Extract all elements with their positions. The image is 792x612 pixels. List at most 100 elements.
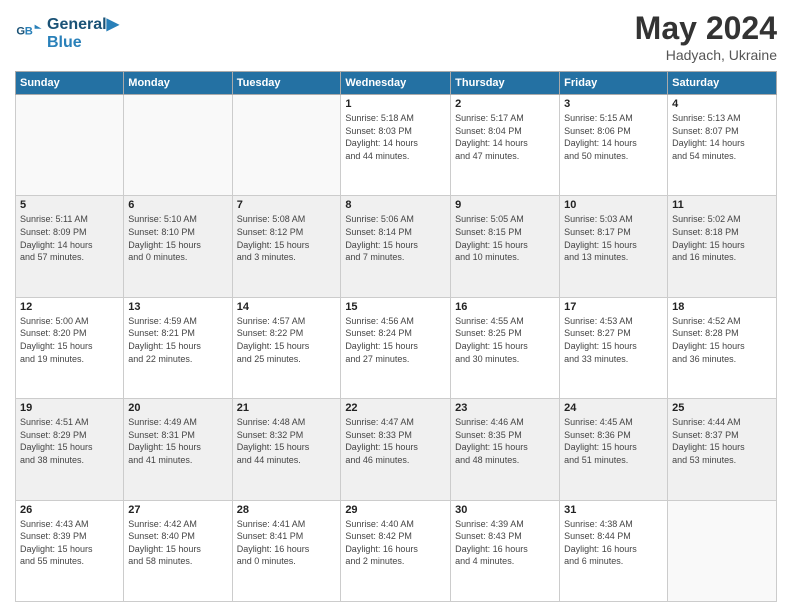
- day-number: 13: [128, 301, 227, 313]
- logo-icon: G B: [15, 19, 43, 47]
- day-number: 10: [564, 199, 663, 211]
- day-info: Sunrise: 4:41 AMSunset: 8:41 PMDaylight:…: [237, 518, 337, 568]
- day-number: 20: [128, 402, 227, 414]
- table-row: 1Sunrise: 5:18 AMSunset: 8:03 PMDaylight…: [341, 95, 451, 196]
- day-info: Sunrise: 5:13 AMSunset: 8:07 PMDaylight:…: [672, 112, 772, 162]
- calendar-week-row: 5 Sunrise: 5:11 AMSunset: 8:09 PMDaylight…: [16, 196, 777, 297]
- weekday-header-row: Sunday Monday Tuesday Wednesday Thursday…: [16, 72, 777, 95]
- day-number: 3: [564, 98, 663, 110]
- day-number: 1: [345, 98, 446, 110]
- table-row: 22Sunrise: 4:47 AMSunset: 8:33 PMDayligh…: [341, 399, 451, 500]
- day-number: 22: [345, 402, 446, 414]
- calendar-page: G B General▶ Blue May 2024 Hadyach, Ukra…: [0, 0, 792, 612]
- day-info: Sunrise: 4:43 AMSunset: 8:39 PMDaylight:…: [20, 518, 119, 568]
- day-number: 11: [672, 199, 772, 211]
- table-row: 4 Sunrise: 5:13 AMSunset: 8:07 PMDaylight…: [668, 95, 777, 196]
- day-info: Sunrise: 5:02 AMSunset: 8:18 PMDaylight:…: [672, 213, 772, 263]
- day-number: 12: [20, 301, 119, 313]
- day-info: Sunrise: 4:56 AMSunset: 8:24 PMDaylight:…: [345, 315, 446, 365]
- header-saturday: Saturday: [668, 72, 777, 95]
- day-number: 16: [455, 301, 555, 313]
- day-number: 25: [672, 402, 772, 414]
- calendar-week-row: 12 Sunrise: 5:00 AMSunset: 8:20 PMDayligh…: [16, 297, 777, 398]
- table-row: [16, 95, 124, 196]
- header: G B General▶ Blue May 2024 Hadyach, Ukra…: [15, 10, 777, 63]
- day-info: Sunrise: 4:44 AMSunset: 8:37 PMDaylight:…: [672, 416, 772, 466]
- day-number: 30: [455, 504, 555, 516]
- svg-text:B: B: [25, 25, 33, 37]
- table-row: 27 Sunrise: 4:42 AMSunset: 8:40 PMDayligh…: [124, 500, 232, 601]
- day-info: Sunrise: 5:15 AMSunset: 8:06 PMDaylight:…: [564, 112, 663, 162]
- day-info: Sunrise: 4:55 AMSunset: 8:25 PMDaylight:…: [455, 315, 555, 365]
- day-number: 27: [128, 504, 227, 516]
- table-row: 2 Sunrise: 5:17 AMSunset: 8:04 PMDaylight…: [451, 95, 560, 196]
- day-info: Sunrise: 5:10 AMSunset: 8:10 PMDaylight:…: [128, 213, 227, 263]
- table-row: 3 Sunrise: 5:15 AMSunset: 8:06 PMDaylight…: [560, 95, 668, 196]
- table-row: 8 Sunrise: 5:06 AMSunset: 8:14 PMDaylight…: [341, 196, 451, 297]
- day-info: Sunrise: 4:40 AMSunset: 8:42 PMDaylight:…: [345, 518, 446, 568]
- table-row: 7 Sunrise: 5:08 AMSunset: 8:12 PMDaylight…: [232, 196, 341, 297]
- day-info: Sunrise: 4:39 AMSunset: 8:43 PMDaylight:…: [455, 518, 555, 568]
- day-info: Sunrise: 4:51 AMSunset: 8:29 PMDaylight:…: [20, 416, 119, 466]
- day-info: Sunrise: 4:59 AMSunset: 8:21 PMDaylight:…: [128, 315, 227, 365]
- day-number: 18: [672, 301, 772, 313]
- day-info: Sunrise: 5:08 AMSunset: 8:12 PMDaylight:…: [237, 213, 337, 263]
- day-info: Sunrise: 4:53 AMSunset: 8:27 PMDaylight:…: [564, 315, 663, 365]
- month-year: May 2024: [635, 10, 777, 47]
- day-info: Sunrise: 4:38 AMSunset: 8:44 PMDaylight:…: [564, 518, 663, 568]
- day-info: Sunrise: 4:49 AMSunset: 8:31 PMDaylight:…: [128, 416, 227, 466]
- table-row: [232, 95, 341, 196]
- table-row: 31 Sunrise: 4:38 AMSunset: 8:44 PMDayligh…: [560, 500, 668, 601]
- table-row: 21 Sunrise: 4:48 AMSunset: 8:32 PMDayligh…: [232, 399, 341, 500]
- day-info: Sunrise: 5:17 AMSunset: 8:04 PMDaylight:…: [455, 112, 555, 162]
- calendar-week-row: 1Sunrise: 5:18 AMSunset: 8:03 PMDaylight…: [16, 95, 777, 196]
- logo: G B General▶ Blue: [15, 14, 119, 52]
- table-row: 28 Sunrise: 4:41 AMSunset: 8:41 PMDayligh…: [232, 500, 341, 601]
- day-number: 31: [564, 504, 663, 516]
- calendar-week-row: 26Sunrise: 4:43 AMSunset: 8:39 PMDayligh…: [16, 500, 777, 601]
- table-row: 19 Sunrise: 4:51 AMSunset: 8:29 PMDayligh…: [16, 399, 124, 500]
- table-row: 10Sunrise: 5:03 AMSunset: 8:17 PMDayligh…: [560, 196, 668, 297]
- day-number: 24: [564, 402, 663, 414]
- day-number: 19: [20, 402, 119, 414]
- table-row: 5 Sunrise: 5:11 AMSunset: 8:09 PMDaylight…: [16, 196, 124, 297]
- day-number: 4: [672, 98, 772, 110]
- day-number: 28: [237, 504, 337, 516]
- table-row: 29 Sunrise: 4:40 AMSunset: 8:42 PMDayligh…: [341, 500, 451, 601]
- table-row: 12 Sunrise: 5:00 AMSunset: 8:20 PMDayligh…: [16, 297, 124, 398]
- day-number: 2: [455, 98, 555, 110]
- day-number: 21: [237, 402, 337, 414]
- header-wednesday: Wednesday: [341, 72, 451, 95]
- day-number: 8: [345, 199, 446, 211]
- calendar-table: Sunday Monday Tuesday Wednesday Thursday…: [15, 71, 777, 602]
- day-info: Sunrise: 4:42 AMSunset: 8:40 PMDaylight:…: [128, 518, 227, 568]
- header-monday: Monday: [124, 72, 232, 95]
- table-row: 26Sunrise: 4:43 AMSunset: 8:39 PMDayligh…: [16, 500, 124, 601]
- day-info: Sunrise: 5:11 AMSunset: 8:09 PMDaylight:…: [20, 213, 119, 263]
- day-number: 23: [455, 402, 555, 414]
- day-info: Sunrise: 4:48 AMSunset: 8:32 PMDaylight:…: [237, 416, 337, 466]
- day-info: Sunrise: 5:00 AMSunset: 8:20 PMDaylight:…: [20, 315, 119, 365]
- header-tuesday: Tuesday: [232, 72, 341, 95]
- day-info: Sunrise: 5:06 AMSunset: 8:14 PMDaylight:…: [345, 213, 446, 263]
- table-row: 17 Sunrise: 4:53 AMSunset: 8:27 PMDayligh…: [560, 297, 668, 398]
- header-friday: Friday: [560, 72, 668, 95]
- header-sunday: Sunday: [16, 72, 124, 95]
- location: Hadyach, Ukraine: [635, 47, 777, 63]
- table-row: 25 Sunrise: 4:44 AMSunset: 8:37 PMDayligh…: [668, 399, 777, 500]
- day-number: 15: [345, 301, 446, 313]
- day-number: 5: [20, 199, 119, 211]
- table-row: 23Sunrise: 4:46 AMSunset: 8:35 PMDayligh…: [451, 399, 560, 500]
- day-number: 29: [345, 504, 446, 516]
- table-row: 11 Sunrise: 5:02 AMSunset: 8:18 PMDayligh…: [668, 196, 777, 297]
- day-number: 17: [564, 301, 663, 313]
- table-row: 6Sunrise: 5:10 AMSunset: 8:10 PMDaylight…: [124, 196, 232, 297]
- day-number: 7: [237, 199, 337, 211]
- table-row: 24Sunrise: 4:45 AMSunset: 8:36 PMDayligh…: [560, 399, 668, 500]
- logo-text: General▶ Blue: [47, 14, 119, 52]
- table-row: 30 Sunrise: 4:39 AMSunset: 8:43 PMDayligh…: [451, 500, 560, 601]
- table-row: 15 Sunrise: 4:56 AMSunset: 8:24 PMDayligh…: [341, 297, 451, 398]
- table-row: 14Sunrise: 4:57 AMSunset: 8:22 PMDayligh…: [232, 297, 341, 398]
- day-number: 9: [455, 199, 555, 211]
- header-thursday: Thursday: [451, 72, 560, 95]
